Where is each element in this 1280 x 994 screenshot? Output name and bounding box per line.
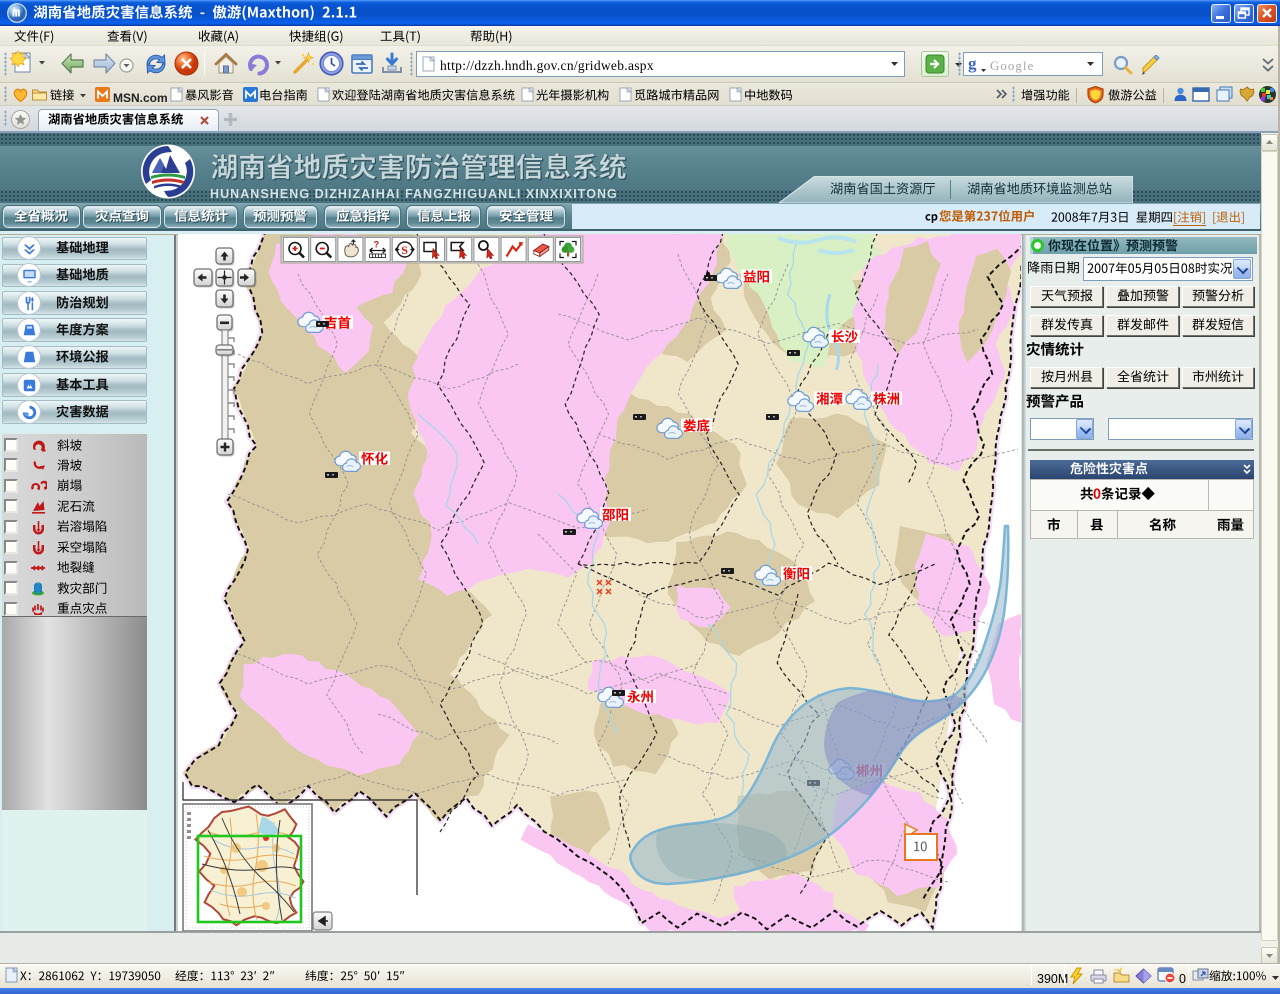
svg-text:?: ? bbox=[374, 240, 380, 250]
svg-text:S: S bbox=[401, 243, 408, 257]
